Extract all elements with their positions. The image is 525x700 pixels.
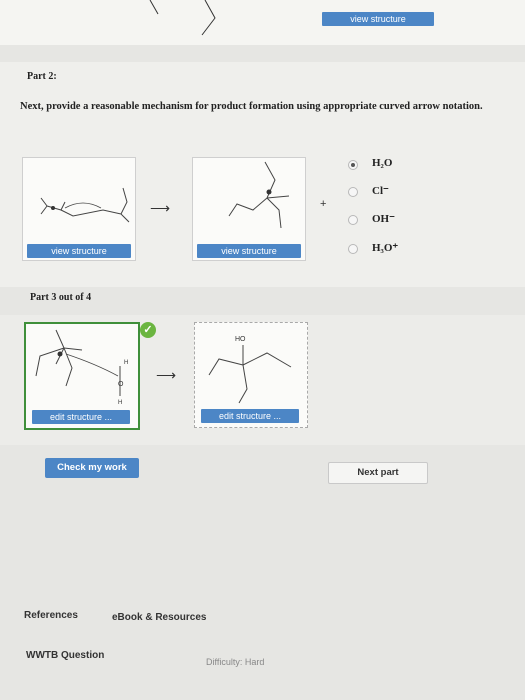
product-view-structure-button[interactable]: view structure [197,244,301,258]
correct-check-icon: ✓ [140,322,156,338]
check-my-work-button[interactable]: Check my work [45,458,139,478]
question-type-label: WWTB Question [26,650,105,661]
reactant-view-structure-button[interactable]: view structure [27,244,131,258]
part3-product-edit-button[interactable]: edit structure ... [201,409,299,423]
atom-o: O [118,381,124,388]
option-oh-radio[interactable] [348,215,358,225]
reaction-arrow-part3: ⟶ [156,367,177,383]
view-structure-button-top[interactable]: view structure [322,12,434,26]
option-cl-radio[interactable] [348,187,358,197]
part3-product-structure-box[interactable]: HO edit structure ... [194,322,308,428]
instruction-text: Next, provide a reasonable mechanism for… [20,101,483,112]
option-cl-label: Cl⁻ [372,185,389,197]
reagent-options: H₂O Cl⁻ OH⁻ H₃O⁺ [348,156,428,266]
reactant-structure-box[interactable]: view structure [22,157,136,261]
atom-ho: HO [235,336,246,343]
reaction-arrow-part2: ⟶ [150,200,171,216]
atom-h-bottom: H [118,400,122,406]
part3-reactant-structure-box[interactable]: H O H edit structure ... [24,322,140,430]
option-oh-label: OH⁻ [372,213,395,225]
option-h2o-radio[interactable] [348,160,358,170]
partial-structure-drawing [149,0,216,36]
option-h3o-label: H₃O⁺ [372,242,399,254]
next-part-button[interactable]: Next part [328,462,428,484]
part-3-label: Part 3 out of 4 [30,292,92,303]
plus-sign: + [320,198,327,210]
references-link[interactable]: References [24,610,78,621]
option-cl[interactable]: Cl⁻ [348,183,428,203]
product-structure-box[interactable]: view structure [192,157,306,261]
option-h3o[interactable]: H₃O⁺ [348,240,428,260]
difficulty-label: Difficulty: Hard [206,657,265,667]
option-oh[interactable]: OH⁻ [348,211,428,231]
ebook-resources-link[interactable]: eBook & Resources [112,612,206,623]
option-h2o[interactable]: H₂O [348,156,428,176]
option-h3o-radio[interactable] [348,244,358,254]
atom-h-top: H [124,360,128,366]
part-2-label: Part 2: [27,71,57,82]
part3-reactant-edit-button[interactable]: edit structure ... [32,410,130,424]
previous-part-strip [0,0,525,45]
option-h2o-label: H₂O [372,157,393,169]
